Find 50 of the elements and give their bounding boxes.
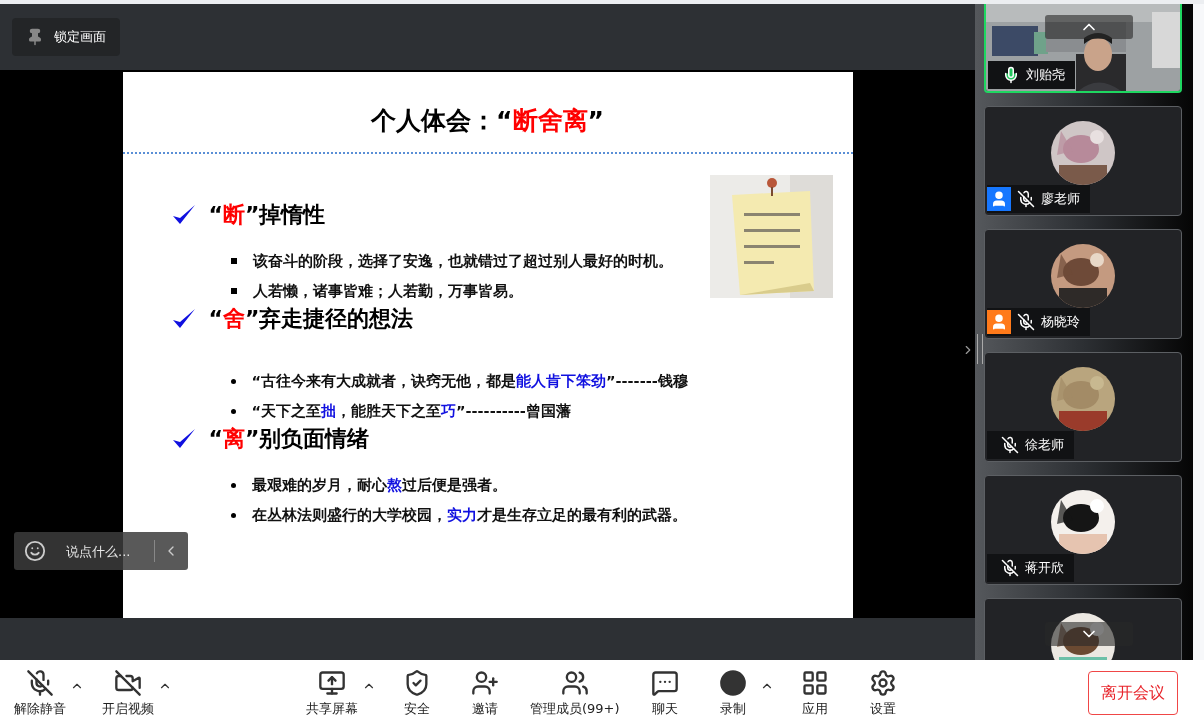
participant-tile[interactable]: 廖老师 — [984, 106, 1182, 216]
toolbar-button[interactable]: 开启视频 — [98, 668, 158, 718]
camera-off-icon — [114, 668, 142, 697]
toolbar-button[interactable]: 管理成员(99+) — [526, 668, 624, 718]
mic-muted-icon — [1017, 313, 1035, 331]
participant-tile[interactable]: 刘贻尧 — [984, 4, 1182, 93]
chat-icon — [650, 668, 679, 697]
mic-icon — [1002, 66, 1020, 84]
apps-icon — [800, 668, 829, 697]
mic-muted-icon — [26, 668, 54, 697]
toolbar-button[interactable]: 解除静音 — [10, 668, 70, 718]
pin-icon — [26, 28, 44, 46]
leave-meeting-button[interactable]: 离开会议 — [1088, 671, 1178, 715]
lock-screen-button[interactable]: 锁定画面 — [12, 18, 120, 56]
toolbar-button[interactable]: 录制 — [705, 668, 760, 718]
bullet-text: 最艰难的岁月，耐心熬过后便是强者。 — [251, 476, 507, 495]
screen-share-icon — [318, 668, 346, 697]
bullet-text: “天下之至拙，能胜天下之至巧”----------曾国藩 — [251, 402, 571, 421]
toolbar-button[interactable]: 安全 — [390, 668, 444, 718]
slide-heading: “舍”弃走捷径的想法 — [208, 305, 414, 333]
toolbar-button[interactable]: 设置 — [855, 668, 910, 718]
people-icon — [560, 668, 589, 697]
participant-tile[interactable]: 蒋开欣 — [984, 475, 1182, 585]
participant-tile[interactable]: 徐老师 — [984, 352, 1182, 462]
participant-tile[interactable]: 杨晓玲 — [984, 229, 1182, 339]
participant-name: 廖老师 — [1041, 190, 1080, 208]
record-icon — [718, 668, 747, 697]
toolbar-button[interactable]: 邀请 — [458, 668, 512, 718]
bullet-text: “古往今来有大成就者，诀窍无他，都是能人肯下笨劲”-------钱穆 — [251, 372, 688, 391]
participant-name: 徐老师 — [1025, 436, 1064, 454]
add-person-icon — [471, 668, 499, 697]
bullet-text: 人若懒，诸事皆难；人若勤，万事皆易。 — [252, 282, 523, 301]
participant-name: 杨晓玲 — [1041, 313, 1080, 331]
scroll-up-button[interactable] — [1045, 15, 1133, 39]
toolbar-button[interactable]: 共享屏幕 — [302, 668, 362, 718]
slide-title: 个人体会：“断舍离” — [369, 105, 605, 137]
toolbar-button[interactable]: 聊天 — [637, 668, 692, 718]
bullet-text: 该奋斗的阶段，选择了安逸，也就错过了超过别人最好的时机。 — [252, 252, 673, 271]
toolbar-button[interactable]: 应用 — [787, 668, 842, 718]
participant-name: 刘贻尧 — [1026, 66, 1065, 84]
chat-input[interactable]: 说点什么... — [54, 543, 146, 559]
emoji-icon[interactable] — [24, 540, 46, 562]
participant-name: 蒋开欣 — [1025, 559, 1064, 577]
mic-muted-icon — [1001, 559, 1019, 577]
bullet-text: 在丛林法则盛行的大学校园，实力才是生存立足的最有利的武器。 — [251, 506, 687, 525]
mic-muted-icon — [1001, 436, 1019, 454]
slide-heading: “离”别负面情绪 — [208, 425, 370, 453]
mic-muted-icon — [1017, 190, 1035, 208]
settings-icon — [868, 668, 897, 697]
slide-heading: “断”掉惰性 — [208, 201, 326, 229]
